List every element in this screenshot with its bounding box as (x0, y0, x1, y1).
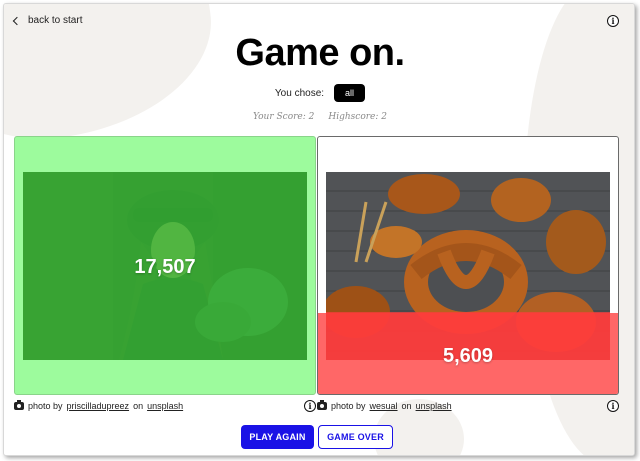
game-over-button[interactable]: GAME OVER (318, 425, 393, 449)
page-title: Game on. (235, 32, 405, 74)
choice-badge: all (334, 84, 366, 102)
credit-on: on (401, 401, 412, 411)
highscore: Highscore: 2 (328, 112, 388, 122)
your-score: Your Score: 2 (252, 112, 315, 122)
you-chose-label: You chose: (274, 87, 325, 99)
credit-prefix: photo by (28, 401, 63, 411)
credit-author-link[interactable]: wesual (370, 401, 398, 411)
score-row: Your Score: 2 Highscore: 2 (4, 112, 634, 122)
info-icon[interactable]: i (607, 400, 619, 412)
info-icon[interactable]: i (607, 15, 619, 27)
camera-icon (14, 400, 24, 410)
play-again-button[interactable]: PLAY AGAIN (241, 425, 314, 449)
choice-card-right[interactable]: 5,609 (317, 136, 619, 395)
info-icon[interactable]: i (304, 400, 316, 412)
card-count: 5,609 (442, 345, 494, 367)
credit-prefix: photo by (331, 401, 366, 411)
credit-site-link[interactable]: unsplash (416, 401, 452, 411)
chevron-left-icon (12, 16, 22, 25)
game-window: back to start i Game on. You chose: all … (3, 3, 635, 456)
card-count: 17,507 (134, 256, 196, 278)
back-to-start-link[interactable]: back to start (12, 15, 83, 26)
photo-credit-right: photo by wesual on unsplash (317, 400, 452, 411)
credit-on: on (133, 401, 144, 411)
choice-card-left[interactable]: 17,507 (14, 136, 316, 395)
credit-author-link[interactable]: priscilladupreez (67, 401, 130, 411)
photo-credit-left: photo by priscilladupreez on unsplash (14, 400, 183, 411)
choice-row: You chose: all (4, 84, 634, 102)
credit-site-link[interactable]: unsplash (147, 401, 183, 411)
back-to-start-label: back to start (28, 15, 83, 26)
camera-icon (317, 400, 327, 410)
